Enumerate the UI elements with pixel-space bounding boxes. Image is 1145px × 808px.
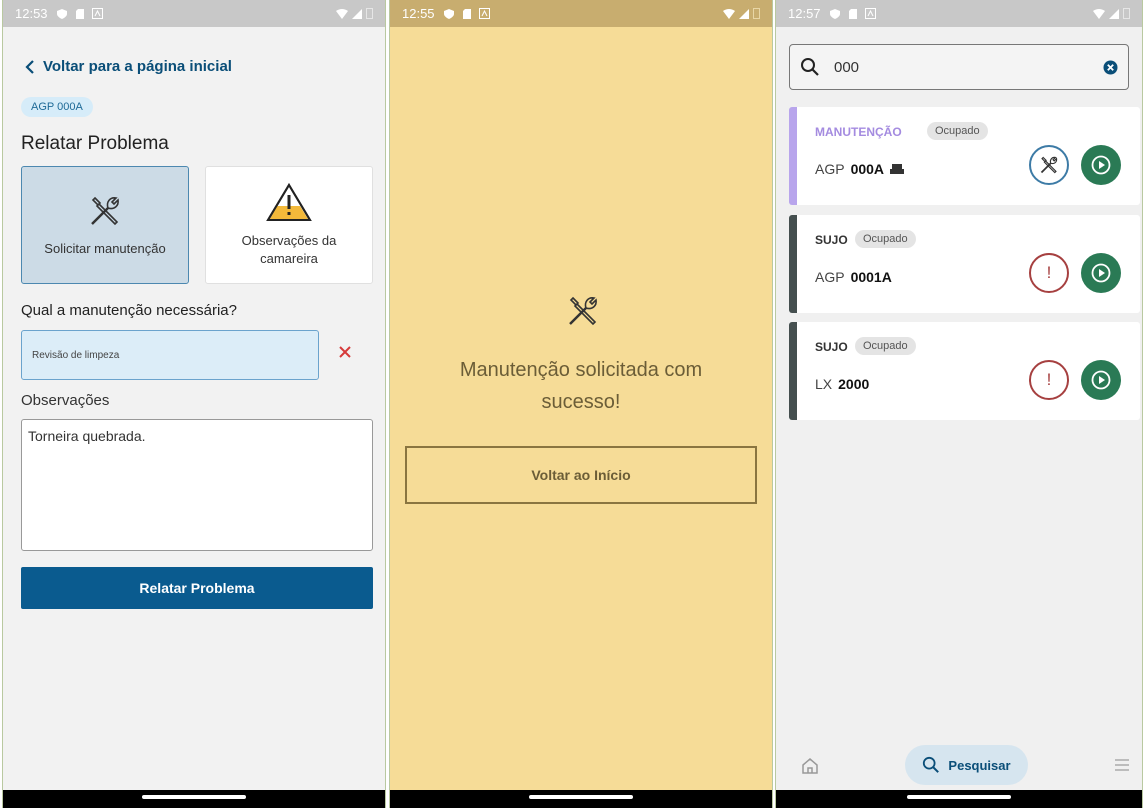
room-prefix: LX [815, 376, 833, 392]
menu-icon[interactable] [1114, 758, 1130, 772]
home-gesture-pill[interactable] [142, 795, 246, 799]
status-time: 12:53 [15, 6, 48, 21]
report-problem-button[interactable]: Relatar Problema [21, 567, 373, 609]
report-problem-screen: 12:53 Voltar para a página inicial AGP 0… [2, 0, 386, 808]
room-status: MANUTENÇÃO [815, 125, 902, 139]
room-card[interactable]: SUJO Ocupado LX 2000 ! [789, 322, 1140, 420]
clear-selection-icon[interactable] [336, 343, 354, 361]
occupancy-badge: Ocupado [855, 337, 916, 355]
room-prefix: AGP [815, 161, 845, 177]
observations-textarea[interactable]: Torneira quebrada. [21, 419, 373, 551]
search-icon [801, 58, 819, 76]
start-cleaning-button[interactable] [1081, 145, 1121, 185]
status-time: 12:57 [788, 6, 821, 21]
tab-search-label: Pesquisar [948, 757, 1011, 773]
play-circle-icon [1091, 155, 1111, 175]
room-badge: AGP 000A [21, 97, 93, 117]
occupancy-badge: Ocupado [927, 122, 988, 140]
report-problem-button[interactable]: ! [1029, 360, 1069, 400]
occupancy-badge: Ocupado [855, 230, 916, 248]
play-circle-icon [1091, 263, 1111, 283]
option-label: Observações da camareira [241, 233, 337, 266]
room-card[interactable]: SUJO Ocupado AGP 0001A ! [789, 215, 1140, 313]
maintenance-question: Qual a manutenção necessária? [21, 302, 237, 319]
system-icons [723, 8, 760, 19]
status-bar: 12:57 [776, 0, 1142, 27]
start-cleaning-button[interactable] [1081, 360, 1121, 400]
room-code: 2000 [838, 376, 870, 392]
system-icons [336, 8, 373, 19]
notification-icons [443, 8, 490, 20]
maintenance-select-value: Revisão de limpeza [32, 349, 120, 361]
home-gesture-pill[interactable] [529, 795, 633, 799]
status-time: 12:55 [402, 6, 435, 21]
option-housekeeper-notes[interactable]: Observações da camareira [205, 166, 373, 284]
search-value: 000 [834, 58, 860, 76]
success-screen: 12:55 Manutenção solicitada com sucesso!… [389, 0, 773, 808]
room-code: 0001A [850, 269, 892, 285]
system-nav-bar [3, 790, 385, 808]
tab-search[interactable]: Pesquisar [905, 745, 1028, 785]
report-problem-button[interactable]: ! [1029, 253, 1069, 293]
maintenance-button[interactable] [1029, 145, 1069, 185]
alert-icon: ! [1046, 263, 1052, 282]
room-code: 000A [850, 161, 885, 177]
observations-label: Observações [21, 392, 110, 409]
home-gesture-pill[interactable] [907, 795, 1011, 799]
status-bar: 12:55 [390, 0, 772, 27]
alert-icon: ! [1046, 370, 1052, 389]
play-circle-icon [1091, 370, 1111, 390]
start-cleaning-button[interactable] [1081, 253, 1121, 293]
back-to-home-button[interactable]: Voltar ao Início [405, 446, 757, 504]
back-link[interactable]: Voltar para a página inicial [25, 58, 232, 75]
bottom-navigation: Pesquisar [776, 740, 1142, 790]
maintenance-select[interactable]: Revisão de limpeza [21, 330, 319, 380]
room-number: AGP 000A [815, 161, 905, 177]
page-title: Relatar Problema [21, 133, 169, 154]
system-nav-bar [776, 790, 1142, 808]
chevron-left-icon [25, 59, 34, 74]
status-bar: 12:53 [3, 0, 385, 27]
system-icons [1093, 8, 1130, 19]
room-status: SUJO [815, 233, 848, 247]
home-icon[interactable] [800, 756, 820, 776]
tools-icon [569, 296, 597, 326]
search-icon [923, 756, 940, 773]
system-nav-bar [390, 790, 772, 808]
option-request-maintenance[interactable]: Solicitar manutenção [21, 166, 189, 284]
option-label: Solicitar manutenção [44, 241, 166, 256]
tools-icon [91, 196, 119, 226]
room-number: LX 2000 [815, 376, 869, 392]
bed-icon [890, 164, 905, 174]
search-screen: 12:57 000 MANUTENÇÃO Ocupado AGP 000A SU… [775, 0, 1143, 808]
room-prefix: AGP [815, 269, 845, 285]
back-label: Voltar para a página inicial [43, 58, 232, 75]
room-card[interactable]: MANUTENÇÃO Ocupado AGP 000A [789, 107, 1140, 205]
warning-icon [266, 183, 312, 221]
notification-icons [56, 8, 103, 20]
room-number: AGP 0001A [815, 269, 892, 285]
tools-icon [1040, 156, 1058, 174]
clear-search-icon[interactable] [1103, 60, 1118, 75]
notification-icons [829, 8, 876, 20]
search-input[interactable]: 000 [789, 44, 1129, 90]
room-status: SUJO [815, 340, 848, 354]
success-message: Manutenção solicitada com sucesso! [459, 359, 703, 413]
